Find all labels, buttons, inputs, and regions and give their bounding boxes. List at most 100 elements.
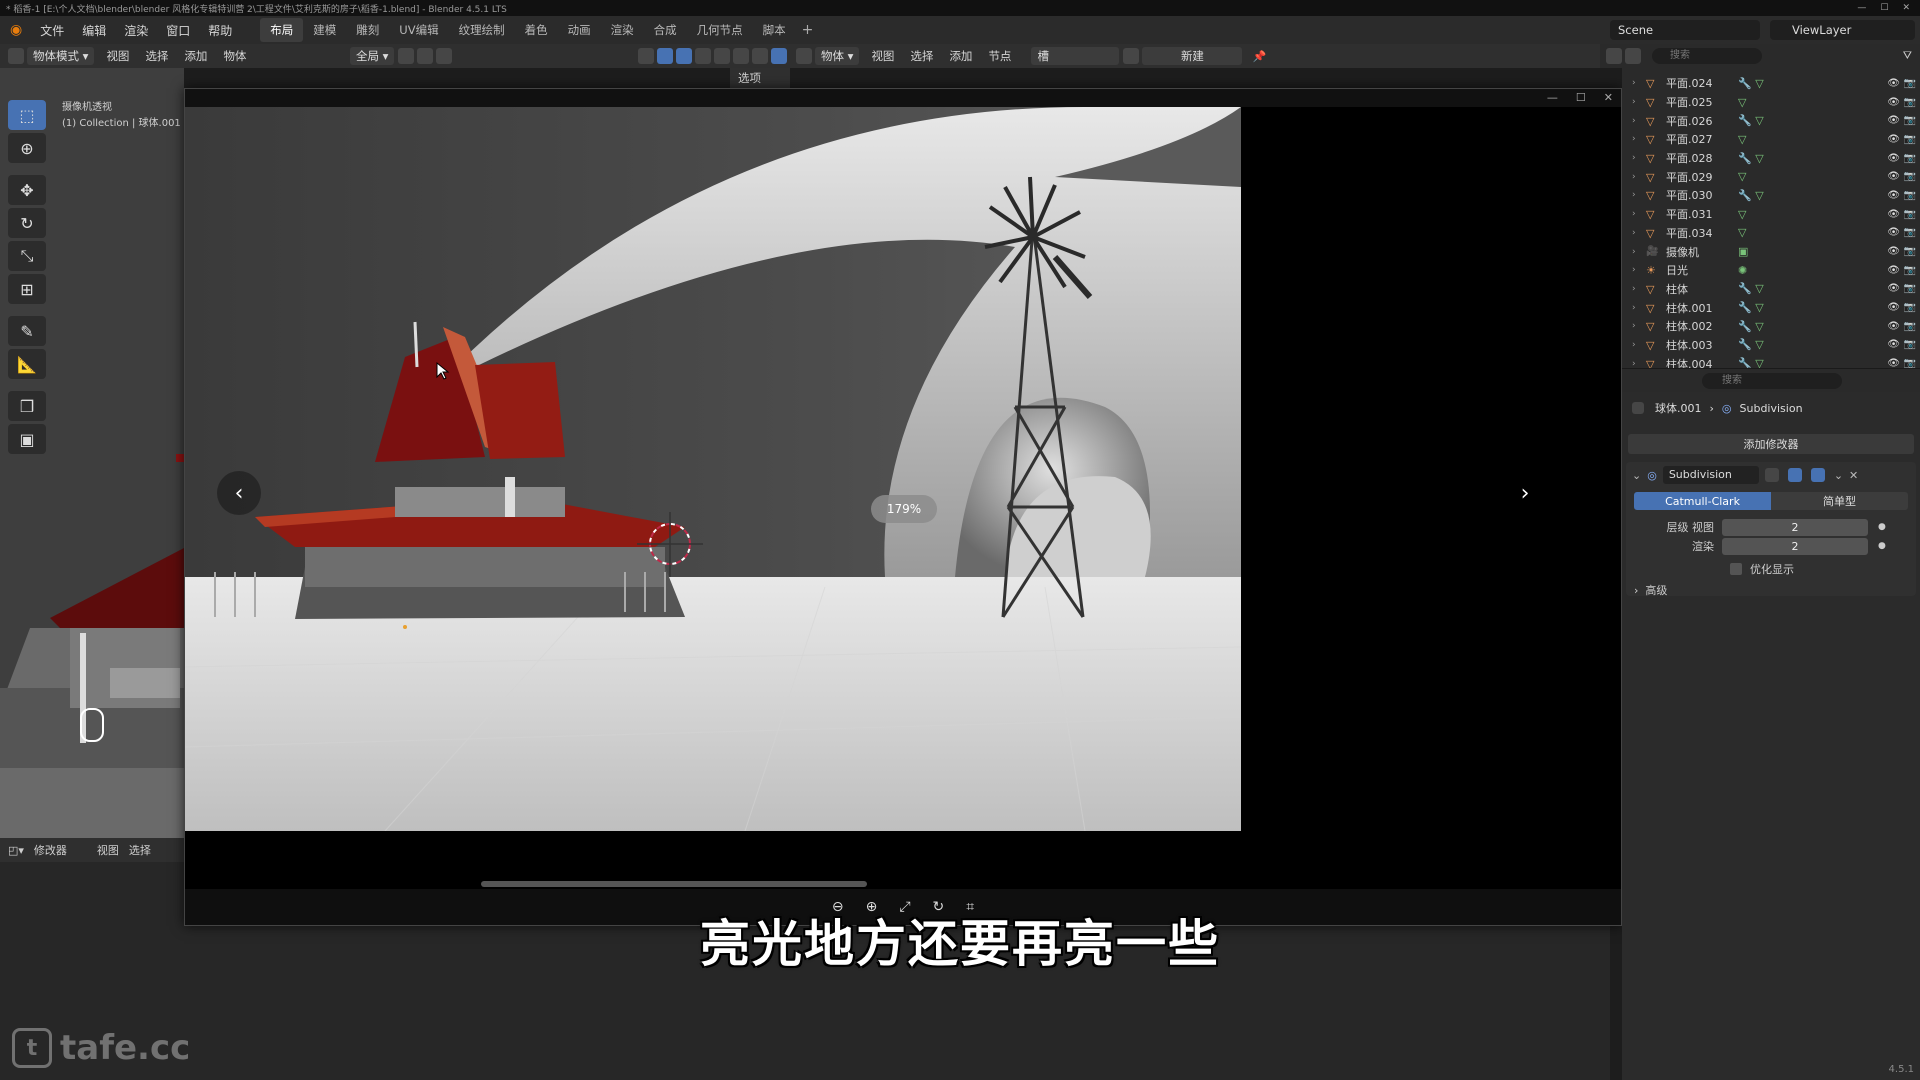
viewer-minimize-icon[interactable]: — (1547, 91, 1558, 104)
outliner-row-name[interactable]: 日光 (1666, 262, 1738, 278)
outliner-row-name[interactable]: 平面.034 (1666, 225, 1738, 241)
tab-animation[interactable]: 动画 (558, 18, 601, 42)
render-toggle-icon[interactable] (1810, 468, 1825, 482)
visibility-eye-icon[interactable]: 👁 (1887, 246, 1900, 257)
proportional-icon[interactable] (436, 48, 453, 64)
outliner-row-name[interactable]: 柱体.003 (1666, 337, 1738, 353)
pin-icon[interactable]: 📌 (1252, 50, 1266, 63)
render-camera-icon[interactable]: 📷 (1904, 78, 1916, 89)
3d-viewport[interactable]: ⬚ ⊕ ✥ ↻ ⤡ ⊞ ✎ 📐 ❒ ▣ 摄像机透视 (1) Collection… (0, 68, 184, 838)
minimize-icon[interactable]: — (1857, 3, 1866, 13)
outliner-row[interactable]: › ▽ 柱体.004 🔧 ▽ 👁 📷 (1622, 354, 1920, 368)
outliner-row-name[interactable]: 平面.030 (1666, 187, 1738, 203)
viewer-scrollbar[interactable] (481, 881, 867, 887)
node-menu-node[interactable]: 节点 (988, 48, 1011, 64)
new-material-button[interactable]: 新建 (1142, 47, 1243, 65)
render-camera-icon[interactable]: 📷 (1904, 302, 1916, 313)
add-object-tool-icon[interactable]: ▣ (8, 424, 46, 454)
bottom-editor-type-icon[interactable]: ◰▾ (8, 844, 24, 857)
render-camera-icon[interactable]: 📷 (1904, 265, 1916, 276)
visibility-eye-icon[interactable]: 👁 (1887, 97, 1900, 108)
tab-geometry-nodes[interactable]: 几何节点 (687, 18, 753, 42)
render-camera-icon[interactable]: 📷 (1904, 190, 1916, 201)
node-menu-view[interactable]: 视图 (871, 48, 894, 64)
outliner-row[interactable]: › ▽ 平面.030 🔧 ▽ 👁 📷 (1622, 186, 1920, 205)
bottom-menu-select[interactable]: 选择 (129, 842, 151, 858)
keyframe-dot-icon[interactable]: ● (1878, 541, 1886, 551)
expand-chevron-icon[interactable]: › (1632, 172, 1646, 182)
keyframe-dot-icon[interactable]: ● (1878, 522, 1886, 532)
bottom-menu-view[interactable]: 视图 (97, 842, 119, 858)
render-camera-icon[interactable]: 📷 (1904, 209, 1916, 220)
outliner-row-name[interactable]: 平面.026 (1666, 113, 1738, 129)
add-cube-tool-icon[interactable]: ❒ (8, 391, 46, 421)
collapse-chevron-icon[interactable]: ⌄ (1632, 469, 1641, 482)
visibility-eye-icon[interactable]: 👁 (1887, 283, 1900, 294)
tab-rendering[interactable]: 渲染 (601, 18, 644, 42)
node-editor-type-icon[interactable] (796, 48, 812, 64)
levels-viewport-field[interactable]: 2 (1722, 518, 1868, 536)
tab-compositing[interactable]: 合成 (644, 18, 687, 42)
tab-shading[interactable]: 着色 (515, 18, 558, 42)
select-box-tool-icon[interactable]: ⬚ (8, 100, 46, 130)
viewer-maximize-icon[interactable]: ☐ (1576, 91, 1586, 104)
expand-chevron-icon[interactable]: › (1632, 247, 1646, 257)
expand-chevron-icon[interactable]: › (1632, 303, 1646, 313)
render-camera-icon[interactable]: 📷 (1904, 321, 1916, 332)
menu-file[interactable]: 文件 (40, 22, 64, 39)
outliner-row-name[interactable]: 平面.028 (1666, 150, 1738, 166)
menu-window[interactable]: 窗口 (166, 22, 190, 39)
previous-image-button[interactable]: ‹ (217, 471, 261, 515)
pivot-icon[interactable] (398, 48, 415, 64)
tab-scripting[interactable]: 脚本 (753, 18, 796, 42)
shading-solid-icon[interactable] (733, 48, 749, 64)
expand-chevron-icon[interactable]: › (1632, 359, 1646, 368)
outliner-row[interactable]: › ▽ 平面.028 🔧 ▽ 👁 📷 (1622, 149, 1920, 168)
add-workspace-icon[interactable]: + (796, 22, 820, 38)
filter-icon[interactable]: ⛛ (1903, 49, 1912, 63)
expand-chevron-icon[interactable]: › (1632, 153, 1646, 163)
display-mode-icon[interactable] (1625, 48, 1641, 64)
node-menu-select[interactable]: 选择 (910, 48, 933, 64)
menu-select[interactable]: 选择 (145, 48, 168, 64)
outliner-row-name[interactable]: 柱体.001 (1666, 300, 1738, 316)
transform-tool-icon[interactable]: ⊞ (8, 274, 46, 304)
render-camera-icon[interactable]: 📷 (1904, 227, 1916, 238)
viewport-toggle-icon[interactable] (1787, 468, 1802, 482)
view-layer-selector[interactable]: ViewLayer (1770, 20, 1915, 40)
mode-dropdown[interactable]: 物体模式 ▾ (27, 47, 95, 65)
menu-render[interactable]: 渲染 (124, 22, 148, 39)
overlay-icon[interactable] (676, 48, 692, 64)
outliner-row[interactable]: › ▽ 柱体.001 🔧 ▽ 👁 📷 (1622, 298, 1920, 317)
outliner-row-name[interactable]: 平面.024 (1666, 75, 1738, 91)
expand-chevron-icon[interactable]: › (1632, 190, 1646, 200)
expand-chevron-icon[interactable]: › (1632, 321, 1646, 331)
menu-object[interactable]: 物体 (223, 48, 246, 64)
modifier-menu-icon[interactable]: ⌄ (1834, 469, 1843, 482)
outliner-row-name[interactable]: 柱体.004 (1666, 356, 1738, 368)
outliner-editor-icon[interactable] (1606, 48, 1622, 64)
render-camera-icon[interactable]: 📷 (1904, 115, 1916, 126)
options-dropdown[interactable]: 选项 (738, 70, 761, 86)
expand-chevron-icon[interactable]: › (1632, 78, 1646, 88)
menu-view[interactable]: 视图 (106, 48, 129, 64)
tab-uv[interactable]: UV编辑 (389, 18, 448, 42)
render-camera-icon[interactable]: 📷 (1904, 97, 1916, 108)
outliner-row[interactable]: › ▽ 柱体 🔧 ▽ 👁 📷 (1622, 280, 1920, 299)
levels-render-field[interactable]: 2 (1722, 537, 1868, 555)
menu-edit[interactable]: 编辑 (82, 22, 106, 39)
material-browse-icon[interactable] (1123, 48, 1140, 64)
outliner-row[interactable]: › ▽ 平面.029 ▽ 👁 📷 (1622, 167, 1920, 186)
menu-add[interactable]: 添加 (184, 48, 207, 64)
node-menu-add[interactable]: 添加 (949, 48, 972, 64)
outliner-row[interactable]: › ▽ 平面.026 🔧 ▽ 👁 📷 (1622, 111, 1920, 130)
modifier-remove-icon[interactable]: ✕ (1849, 469, 1858, 482)
outliner-row-name[interactable]: 摄像机 (1666, 244, 1738, 260)
move-tool-icon[interactable]: ✥ (8, 175, 46, 205)
outliner-row[interactable]: › ☀ 日光 ✺ 👁 📷 (1622, 261, 1920, 280)
visibility-eye-icon[interactable]: 👁 (1887, 78, 1900, 89)
expand-chevron-icon[interactable]: › (1632, 228, 1646, 238)
tab-modeling[interactable]: 建模 (303, 18, 346, 42)
tab-texture-paint[interactable]: 纹理绘制 (449, 18, 515, 42)
outliner-row[interactable]: › ▽ 平面.025 ▽ 👁 📷 (1622, 93, 1920, 112)
